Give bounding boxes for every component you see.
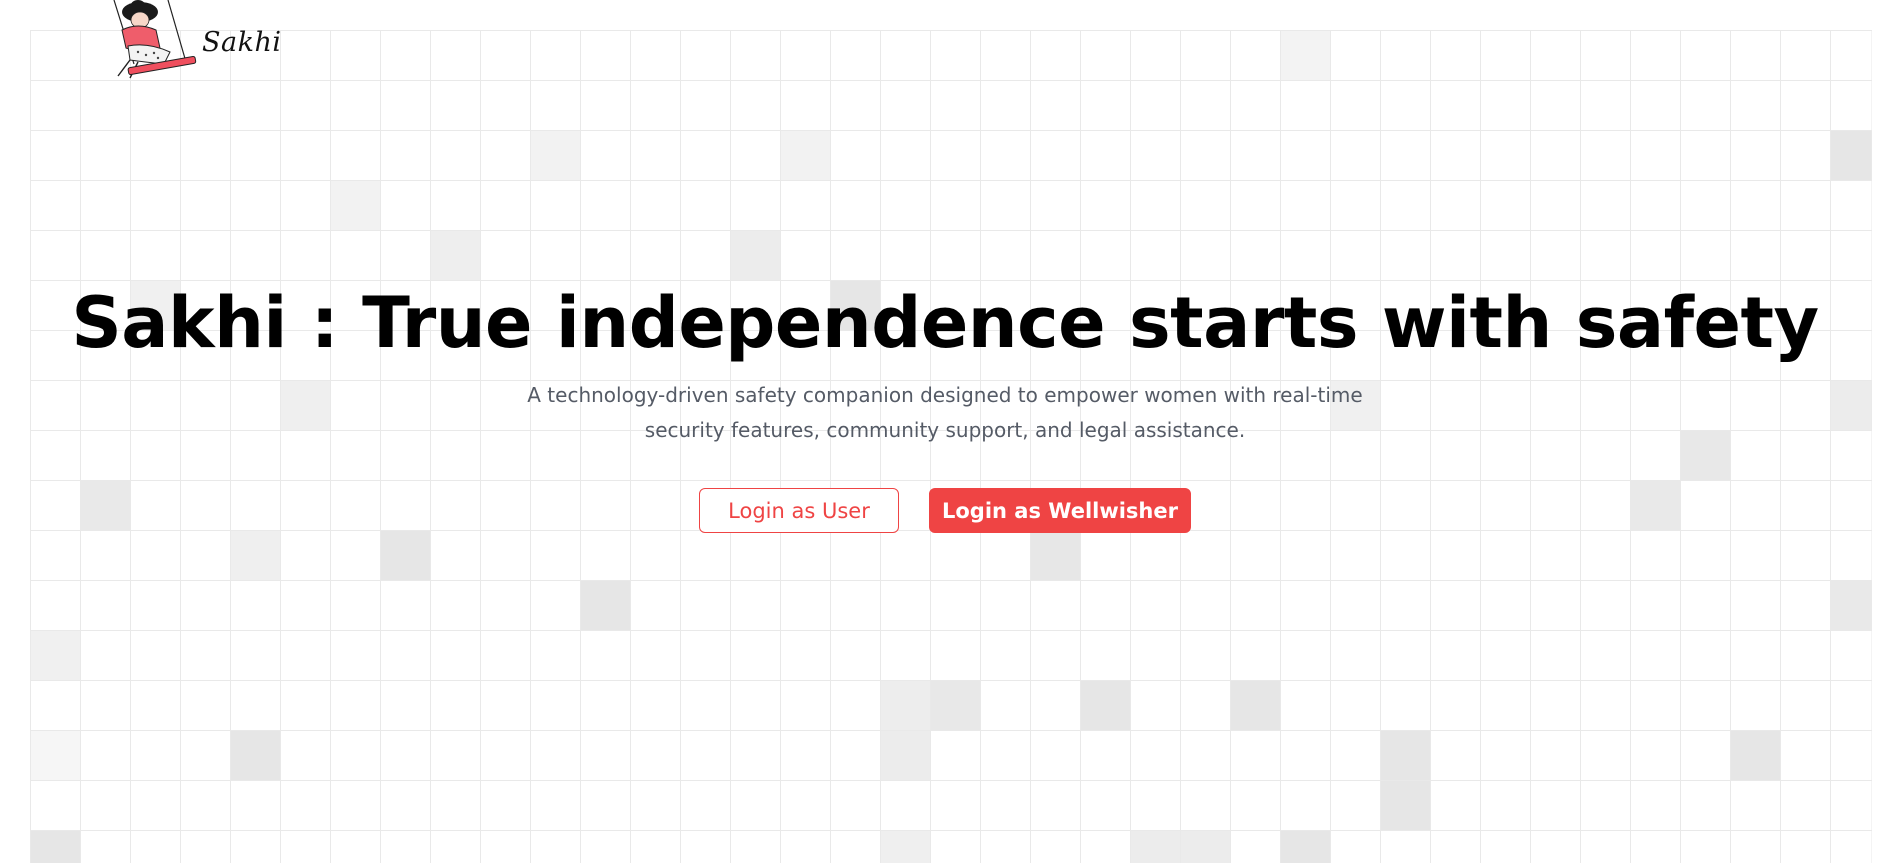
grid-cell-shaded: [1830, 130, 1872, 180]
grid-cell-shaded: [780, 130, 830, 180]
grid-cell-shaded: [1080, 680, 1130, 730]
hero-section: Sakhi : True independence starts with sa…: [0, 278, 1890, 533]
grid-cell-shaded: [880, 830, 930, 863]
grid-cell-shaded: [1730, 730, 1780, 780]
logo-text: Sakhi: [202, 27, 282, 58]
grid-cell-shaded: [380, 530, 430, 580]
grid-cell-shaded: [1230, 680, 1280, 730]
grid-cell-shaded: [1030, 530, 1080, 580]
grid-cell-shaded: [880, 680, 930, 730]
grid-cell-shaded: [30, 630, 80, 680]
grid-cell-shaded: [1380, 780, 1430, 830]
grid-cell-shaded: [230, 530, 280, 580]
grid-cell-shaded: [1280, 830, 1330, 863]
grid-cell-shaded: [580, 580, 630, 630]
grid-cell-shaded: [1830, 580, 1872, 630]
grid-cell-shaded: [230, 730, 280, 780]
grid-cell-shaded: [730, 230, 780, 280]
hero-title: Sakhi : True independence starts with sa…: [71, 282, 1819, 364]
grid-cell-shaded: [1130, 830, 1180, 863]
login-wellwisher-button[interactable]: Login as Wellwisher: [929, 488, 1191, 533]
grid-cell-shaded: [30, 730, 80, 780]
grid-cell-shaded: [930, 680, 980, 730]
grid-cell-shaded: [530, 130, 580, 180]
landing-page: Sakhi Sakhi : True independence starts w…: [0, 0, 1890, 863]
login-user-button[interactable]: Login as User: [699, 488, 899, 533]
grid-cell-shaded: [430, 230, 480, 280]
grid-cell-shaded: [1380, 730, 1430, 780]
hero-subtitle: A technology-driven safety companion des…: [527, 383, 1363, 442]
grid-cell-shaded: [330, 180, 380, 230]
grid-cell-shaded: [30, 830, 80, 863]
logo[interactable]: Sakhi: [108, 0, 281, 84]
grid-cell-shaded: [1180, 830, 1230, 863]
grid-cell-shaded: [1280, 30, 1330, 80]
hero-actions: Login as User Login as Wellwisher: [0, 488, 1890, 533]
grid-cell-shaded: [880, 730, 930, 780]
woman-on-swing-icon: [113, 0, 197, 79]
